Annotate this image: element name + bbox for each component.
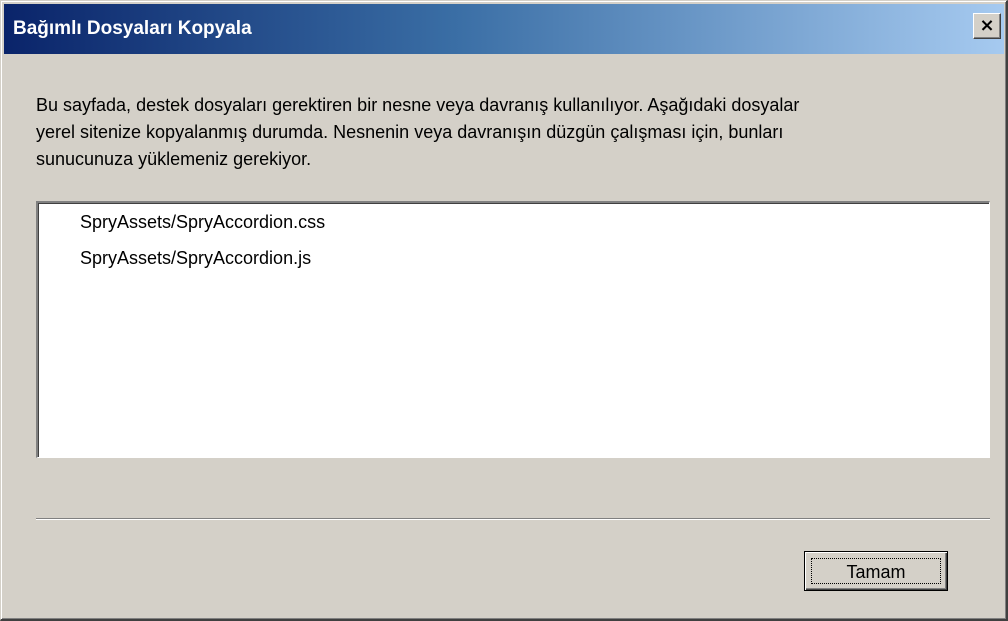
ok-button[interactable]: Tamam	[804, 551, 948, 591]
window-title: Bağımlı Dosyaları Kopyala	[13, 18, 252, 39]
list-item[interactable]: SpryAssets/SpryAccordion.css	[80, 210, 325, 234]
dialog-window: Bağımlı Dosyaları Kopyala × Bu sayfada, …	[0, 0, 1008, 621]
ok-button-label: Tamam	[811, 558, 941, 584]
close-button[interactable]: ×	[973, 13, 1001, 39]
separator-line	[36, 518, 990, 520]
list-item[interactable]: SpryAssets/SpryAccordion.js	[80, 246, 311, 270]
message-line: yerel sitenize kopyalanmış durumda. Nesn…	[36, 122, 784, 142]
title-bar[interactable]: Bağımlı Dosyaları Kopyala ×	[4, 4, 1004, 54]
info-message: Bu sayfada, destek dosyaları gerektiren …	[36, 92, 976, 173]
message-line: Bu sayfada, destek dosyaları gerektiren …	[36, 95, 800, 115]
close-icon: ×	[979, 15, 995, 36]
dependent-files-list[interactable]: SpryAssets/SpryAccordion.css SpryAssets/…	[36, 201, 990, 458]
message-line: sunucunuza yüklemeniz gerekiyor.	[36, 149, 312, 169]
